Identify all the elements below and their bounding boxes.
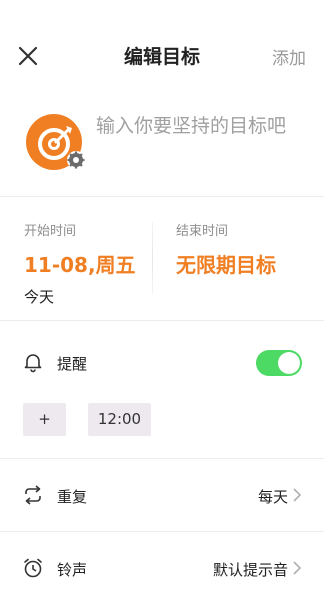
- chevron-right-icon: [293, 561, 302, 575]
- toggle-knob: [278, 352, 300, 374]
- ringtone-row[interactable]: 铃声 默认提示音: [0, 538, 324, 598]
- time-section: 开始时间 11-08,周五 今天 结束时间 无限期目标: [0, 198, 324, 321]
- start-time-value: 11-08,周五: [24, 253, 136, 277]
- goal-section: 输入你要坚持的目标吧: [0, 96, 324, 197]
- divider: [0, 531, 324, 532]
- reminder-time-chip[interactable]: 12:00: [88, 403, 151, 436]
- start-time-selector[interactable]: 开始时间 11-08,周五 今天: [24, 220, 136, 307]
- repeat-value: 每天: [257, 488, 288, 506]
- repeat-row[interactable]: 重复 每天: [0, 465, 324, 525]
- reminder-label: 提醒: [57, 355, 88, 373]
- add-reminder-button[interactable]: +: [23, 403, 66, 436]
- goal-input[interactable]: 输入你要坚持的目标吧: [96, 114, 306, 139]
- end-time-selector[interactable]: 结束时间 无限期目标: [176, 220, 276, 278]
- repeat-icon: [25, 485, 41, 505]
- start-time-label: 开始时间: [24, 224, 77, 239]
- end-time-label: 结束时间: [176, 224, 229, 239]
- goal-icon-picker[interactable]: [26, 114, 86, 174]
- add-button[interactable]: 添加: [272, 44, 306, 69]
- ringtone-value: 默认提示音: [212, 561, 288, 579]
- divider: [0, 458, 324, 459]
- end-time-value: 无限期目标: [176, 253, 276, 277]
- chevron-right-icon: [293, 488, 302, 502]
- repeat-label: 重复: [57, 488, 88, 506]
- ringtone-label: 铃声: [57, 561, 88, 579]
- start-time-sub: 今天: [24, 288, 55, 306]
- gear-icon: [67, 151, 85, 169]
- reminder-row: 提醒: [0, 340, 324, 384]
- time-divider: [152, 222, 153, 294]
- bell-icon: [24, 354, 42, 373]
- reminder-toggle[interactable]: [256, 350, 302, 376]
- top-bar: 编辑目标 添加: [0, 28, 324, 84]
